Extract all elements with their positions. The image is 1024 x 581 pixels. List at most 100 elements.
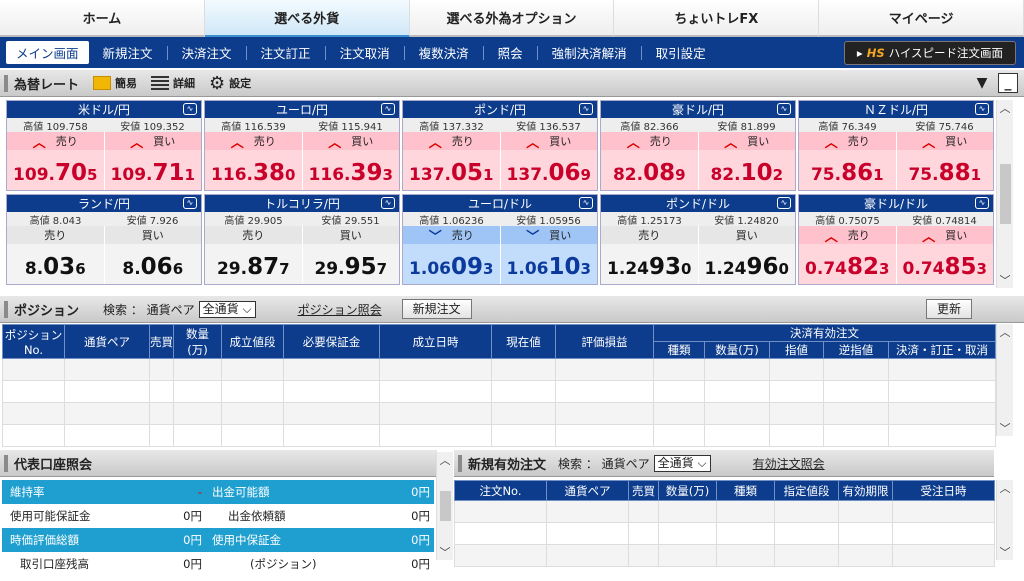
top-tab-fx-option[interactable]: 選べる外為オプション — [409, 0, 615, 37]
scroll-down-icon[interactable]: ﹀ — [1000, 272, 1011, 288]
sell-price-button[interactable]: ︿ 売り 0.74823 — [799, 226, 897, 284]
sell-price-button[interactable]: ︿ 売り 116.380 — [205, 132, 303, 190]
subnav-inquiry[interactable]: 照会 — [484, 37, 537, 68]
position-currency-select[interactable]: 全通貨 ⌵ — [198, 300, 256, 318]
buy-price-button[interactable]: 買い 8.066 — [104, 226, 201, 284]
scroll-down-icon[interactable]: ﹀ — [440, 544, 451, 560]
rate-card-title[interactable]: ユーロ/ドル ∿ — [403, 195, 597, 212]
sell-price-button[interactable]: ︿ 売り 109.705 — [7, 132, 105, 190]
rate-card: ユーロ/ドル ∿ 高値 1.06236 安値 1.05956 ﹀ 売り 1.06093… — [402, 194, 598, 285]
top-tab-foreign-currency[interactable]: 選べる外貨 — [204, 0, 410, 37]
price-fraction: 1 — [184, 166, 195, 184]
chart-icon[interactable]: ∿ — [777, 103, 791, 115]
sell-price-button[interactable]: ︿ 売り 137.051 — [403, 132, 501, 190]
subnav-multi-settle[interactable]: 複数決済 — [405, 37, 483, 68]
buy-price: 116.393 — [303, 160, 400, 186]
sell-price-button[interactable]: 売り 8.036 — [7, 226, 105, 284]
price-prefix: 137. — [506, 165, 549, 185]
chart-icon[interactable]: ∿ — [777, 197, 791, 209]
subnav-new-order[interactable]: 新規注文 — [89, 37, 167, 68]
top-tab-choitore[interactable]: ちょいトレFX — [614, 0, 820, 37]
top-tab-mypage[interactable]: マイページ — [819, 0, 1024, 37]
scroll-thumb[interactable] — [999, 164, 1011, 224]
scroll-up-icon[interactable]: ︿ — [1000, 324, 1011, 340]
scroll-down-icon[interactable]: ﹀ — [1000, 420, 1011, 436]
rate-card: ポンド/円 ∿ 高値 137.332 安値 136.537 ︿ 売り 137.051 … — [402, 100, 598, 191]
neworder-currency-select[interactable]: 全通貨 ⌵ — [653, 454, 711, 472]
settings-label: 設定 — [229, 77, 252, 90]
collapse-down-icon[interactable]: ▼ — [972, 73, 992, 93]
highspeed-label: ハイスピード注文画面 — [888, 46, 1004, 60]
buy-price-button[interactable]: 買い 1.24960 — [698, 226, 795, 284]
buy-price-button[interactable]: ﹀ 買い 1.06103 — [500, 226, 597, 284]
scroll-down-icon[interactable]: ﹀ — [1000, 544, 1011, 560]
rate-card-title[interactable]: トルコリラ/円 ∿ — [205, 195, 399, 212]
rate-card-title[interactable]: 豪ドル/ドル ∿ — [799, 195, 993, 212]
subnav-settle-order[interactable]: 決済注文 — [168, 37, 246, 68]
position-scrollbar[interactable]: ︿ ﹀ — [996, 324, 1013, 436]
chart-icon[interactable]: ∿ — [975, 103, 989, 115]
rate-card-title[interactable]: 豪ドル/円 ∿ — [601, 101, 795, 118]
chart-icon[interactable]: ∿ — [975, 197, 989, 209]
chart-icon[interactable]: ∿ — [381, 103, 395, 115]
low-value: 安値 0.74814 — [912, 215, 977, 227]
buy-price-button[interactable]: 買い 29.957 — [302, 226, 399, 284]
neworder-scrollbar[interactable]: ︿ ﹀ — [996, 480, 1013, 560]
buy-price-button[interactable]: ︿ 買い 0.74853 — [896, 226, 993, 284]
account-key-left: 時価評価総額 — [2, 528, 152, 552]
scroll-up-icon[interactable]: ︿ — [1000, 480, 1011, 496]
minimize-icon[interactable]: _ — [998, 73, 1018, 93]
sell-price-button[interactable]: 売り 1.24930 — [601, 226, 699, 284]
buy-price: 137.069 — [501, 160, 598, 186]
rate-card-title[interactable]: ランド/円 ∿ — [7, 195, 201, 212]
subnav-main[interactable]: メイン画面 — [6, 41, 89, 64]
simple-view-button[interactable]: 簡易 — [93, 75, 137, 91]
scroll-thumb[interactable] — [439, 491, 451, 521]
chart-icon[interactable]: ∿ — [381, 197, 395, 209]
chart-icon[interactable]: ∿ — [579, 103, 593, 115]
sell-price-button[interactable]: ︿ 売り 82.089 — [601, 132, 699, 190]
arrow-up-icon: ︿ — [824, 135, 838, 151]
buy-price-button[interactable]: ︿ 買い 109.711 — [104, 132, 201, 190]
buy-price-button[interactable]: ︿ 買い 75.881 — [896, 132, 993, 190]
sell-price: 1.24930 — [601, 254, 698, 280]
account-value-left: 0円 — [152, 552, 206, 576]
chart-icon[interactable]: ∿ — [183, 197, 197, 209]
buy-price-button[interactable]: ︿ 買い 116.393 — [302, 132, 400, 190]
subnav-forced-settle[interactable]: 強制決済解消 — [538, 37, 641, 68]
highspeed-order-button[interactable]: ▸ HS ハイスピード注文画面 — [844, 41, 1016, 65]
buy-price-button[interactable]: ︿ 買い 137.069 — [500, 132, 598, 190]
col-order-received: 受注日時 — [892, 480, 995, 501]
neworder-inquiry-link[interactable]: 有効注文照会 — [753, 455, 825, 472]
currency-pair: ポンド/ドル — [665, 197, 731, 211]
top-tab-home[interactable]: ホーム — [0, 0, 205, 37]
settings-button[interactable]: ⚙ 設定 — [209, 73, 251, 94]
account-scrollbar[interactable]: ︿ ﹀ — [436, 452, 453, 560]
chart-icon[interactable]: ∿ — [579, 197, 593, 209]
refresh-button[interactable]: 更新 — [925, 299, 972, 319]
account-summary: 維持率 - 出金可能額 0円 使用可能保証金 0円 出金依頼額 0円 時価評価総… — [2, 480, 434, 576]
rate-card-title[interactable]: ユーロ/円 ∿ — [205, 101, 399, 118]
subnav-trade-settings[interactable]: 取引設定 — [642, 37, 720, 68]
buy-price-button[interactable]: ︿ 買い 82.102 — [698, 132, 795, 190]
sell-price-button[interactable]: 売り 29.877 — [205, 226, 303, 284]
subnav-cancel-order[interactable]: 注文取消 — [326, 37, 404, 68]
col-position-no: ポジション No. — [2, 324, 65, 359]
account-row: 維持率 - 出金可能額 0円 — [2, 480, 434, 504]
sell-price-button[interactable]: ﹀ 売り 1.06093 — [403, 226, 501, 284]
scroll-up-icon[interactable]: ︿ — [440, 452, 451, 468]
rate-card-title[interactable]: ポンド/ドル ∿ — [601, 195, 795, 212]
rate-card-title[interactable]: ポンド/円 ∿ — [403, 101, 597, 118]
scroll-up-icon[interactable]: ︿ — [1000, 100, 1011, 116]
buy-label: 買い — [945, 135, 968, 148]
new-order-button[interactable]: 新規注文 — [401, 299, 472, 319]
rate-card-title[interactable]: 米ドル/円 ∿ — [7, 101, 201, 118]
subnav-modify-order[interactable]: 注文訂正 — [247, 37, 325, 68]
price-pips: 03 — [43, 254, 76, 280]
detail-view-button[interactable]: 詳細 — [151, 75, 195, 91]
rates-scrollbar[interactable]: ︿ ﹀ — [996, 100, 1013, 288]
chart-icon[interactable]: ∿ — [183, 103, 197, 115]
position-inquiry-link[interactable]: ポジション照会 — [298, 301, 382, 318]
sell-price-button[interactable]: ︿ 売り 75.861 — [799, 132, 897, 190]
rate-card-title[interactable]: ＮＺドル/円 ∿ — [799, 101, 993, 118]
